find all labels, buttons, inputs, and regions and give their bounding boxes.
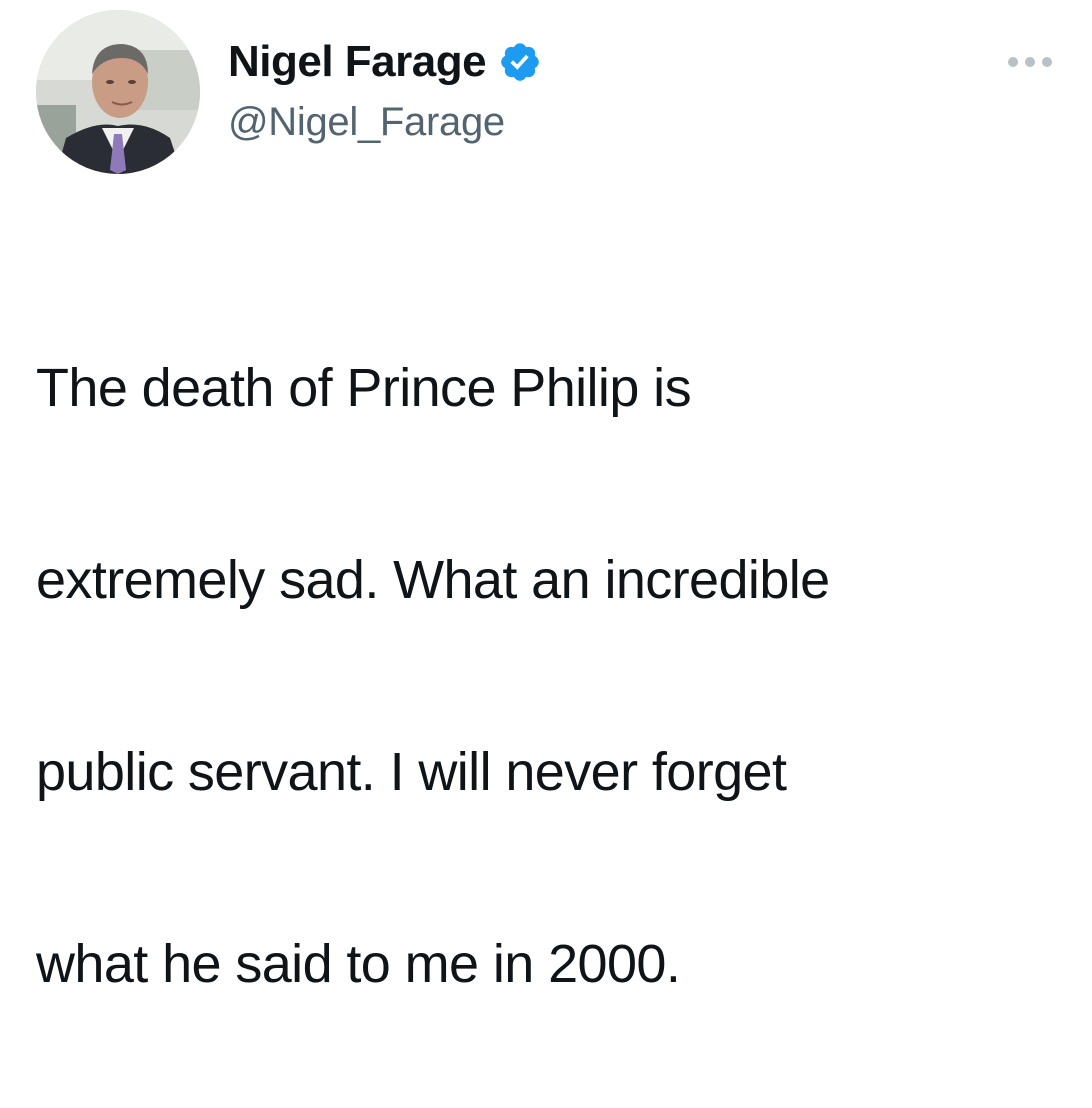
ellipsis-dot-icon bbox=[1025, 57, 1035, 67]
avatar-photo-icon bbox=[36, 10, 200, 174]
tweet-text: The death of Prince Philip is extremely … bbox=[36, 244, 1066, 1108]
tweet-text-line: The death of Prince Philip is bbox=[36, 358, 692, 418]
ellipsis-dot-icon bbox=[1042, 57, 1052, 67]
tweet-text-line: extremely sad. What an incredible bbox=[36, 550, 830, 610]
name-row: Nigel Farage bbox=[228, 34, 542, 90]
verified-badge-icon bbox=[498, 40, 542, 84]
author-handle[interactable]: @Nigel_Farage bbox=[228, 94, 542, 150]
author-block: Nigel Farage @Nigel_Farage bbox=[228, 34, 542, 150]
tweet-card[interactable]: Nigel Farage @Nigel_Farage The death of … bbox=[0, 0, 1092, 994]
tweet-text-line: public servant. I will never forget bbox=[36, 742, 787, 802]
author-avatar[interactable] bbox=[36, 10, 200, 174]
tweet-text-line: what he said to me in 2000. bbox=[36, 934, 681, 994]
more-options-button[interactable] bbox=[1008, 52, 1052, 72]
ellipsis-dot-icon bbox=[1008, 57, 1018, 67]
display-name[interactable]: Nigel Farage bbox=[228, 34, 487, 90]
